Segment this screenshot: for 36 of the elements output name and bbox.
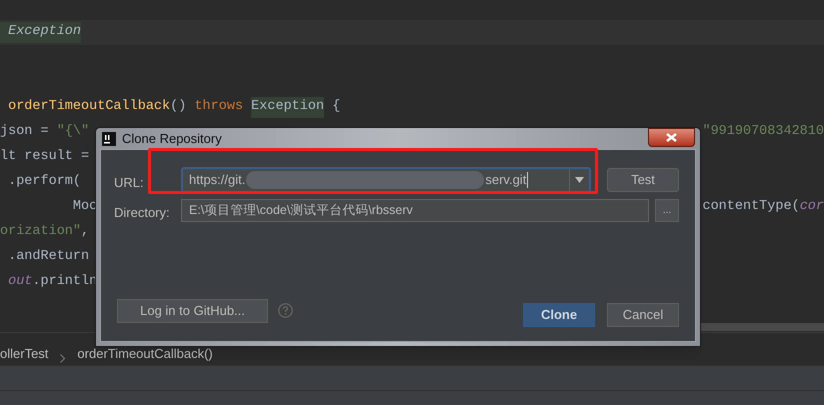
code-text: , bbox=[81, 223, 90, 242]
code-text: contentType( bbox=[702, 198, 800, 216]
field-name: cor bbox=[800, 198, 824, 216]
keyword: throws bbox=[194, 98, 244, 116]
clone-button[interactable]: Clone bbox=[523, 303, 595, 327]
field-name: out bbox=[7, 273, 32, 292]
close-icon bbox=[666, 133, 677, 142]
method-name: orderTimeoutCallback bbox=[7, 98, 170, 116]
code-text: lt result = bbox=[0, 148, 90, 166]
chevron-icon bbox=[60, 354, 66, 363]
code-text: { bbox=[331, 98, 340, 116]
browse-button[interactable]: ... bbox=[655, 199, 679, 222]
url-label: URL: bbox=[114, 175, 144, 190]
dropdown-arrow-icon[interactable] bbox=[575, 177, 584, 183]
cancel-button[interactable]: Cancel bbox=[607, 303, 679, 327]
test-button[interactable]: Test bbox=[607, 168, 679, 192]
code-text: json = bbox=[0, 123, 50, 142]
code-text: .andReturn bbox=[7, 248, 90, 266]
code-text: () bbox=[170, 98, 188, 116]
code-text: .perform( bbox=[7, 173, 82, 192]
breadcrumb-item[interactable]: orderTimeoutCallback() bbox=[77, 344, 213, 363]
login-button[interactable]: Log in to GitHub... bbox=[117, 299, 268, 323]
directory-label: Directory: bbox=[114, 205, 170, 220]
app-logo-icon bbox=[102, 132, 116, 146]
breadcrumb-item[interactable]: ollerTest bbox=[0, 344, 48, 363]
string-literal: orization" bbox=[0, 223, 82, 242]
code-text: Moc bbox=[72, 198, 98, 216]
type-name: Exception bbox=[251, 97, 324, 118]
type-name: Exception bbox=[0, 22, 82, 43]
directory-field[interactable]: E:\项目管理\code\测试平台代码\rbsserv bbox=[181, 199, 649, 222]
url-field[interactable]: https://git. serv.git bbox=[181, 167, 591, 193]
close-button[interactable] bbox=[648, 128, 695, 147]
string-literal: "99190708342810 bbox=[702, 123, 824, 142]
string-literal: "{\" bbox=[56, 123, 90, 142]
scrollbar[interactable] bbox=[700, 323, 824, 331]
window-title: Clone Repository bbox=[122, 130, 222, 148]
